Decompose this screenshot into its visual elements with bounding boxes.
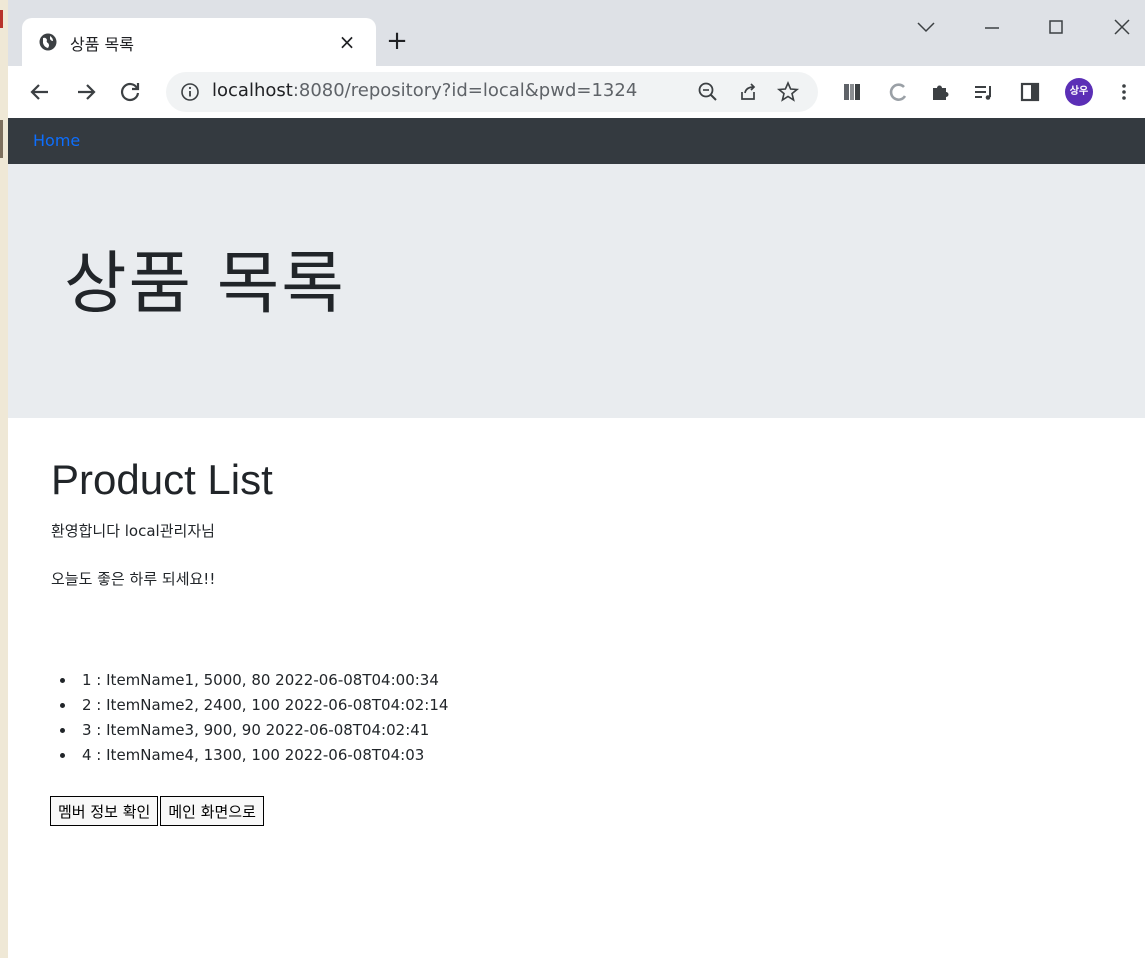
close-icon[interactable] [1102, 8, 1142, 48]
desktop-edge-mark [0, 120, 3, 158]
info-icon[interactable] [180, 82, 200, 102]
navbar: Home [8, 118, 1145, 164]
tab-title: 상품 목록 [70, 35, 134, 54]
desktop-edge-mark [0, 10, 3, 28]
forward-icon[interactable] [68, 74, 104, 110]
list-item: 2 : ItemName2, 2400, 100 2022-06-08T04:0… [76, 693, 448, 718]
list-item: 4 : ItemName4, 1300, 100 2022-06-08T04:0… [76, 743, 448, 768]
new-tab-button[interactable]: + [382, 26, 412, 56]
tab-strip: 상품 목록 × + [8, 0, 1145, 66]
browser-window: 상품 목록 × + localhost:8080/repository?id=l… [8, 0, 1145, 958]
menu-icon[interactable] [1110, 78, 1138, 106]
product-list: 1 : ItemName1, 5000, 80 2022-06-08T04:00… [50, 668, 448, 768]
list-item: 1 : ItemName1, 5000, 80 2022-06-08T04:00… [76, 668, 448, 693]
tab-close-icon[interactable]: × [332, 27, 362, 57]
reload-icon[interactable] [112, 74, 148, 110]
extensions-icon[interactable] [926, 78, 954, 106]
url-path: :8080/repository?id=local&pwd=1324 [292, 80, 638, 101]
url-text[interactable]: localhost:8080/repository?id=local&pwd=1… [212, 80, 637, 101]
to-main-button[interactable]: 메인 화면으로 [160, 796, 264, 826]
address-bar[interactable]: localhost:8080/repository?id=local&pwd=1… [166, 72, 818, 112]
minimize-icon[interactable] [972, 8, 1012, 48]
sidepanel-icon[interactable] [1016, 78, 1044, 106]
browser-toolbar: localhost:8080/repository?id=local&pwd=1… [8, 66, 1145, 118]
share-icon[interactable] [734, 78, 762, 106]
back-icon[interactable] [22, 74, 58, 110]
reload-extension-icon[interactable] [884, 78, 912, 106]
web-page: Home 상품 목록 Product List 환영합니다 local관리자님 … [8, 118, 1145, 958]
home-link[interactable]: Home [33, 131, 80, 150]
avatar[interactable]: 상우 [1065, 78, 1093, 106]
greeting-text: 오늘도 좋은 하루 되세요!! [51, 570, 216, 588]
member-info-button[interactable]: 멤버 정보 확인 [50, 796, 159, 826]
welcome-text: 환영합니다 local관리자님 [51, 522, 215, 540]
media-icon[interactable] [970, 78, 998, 106]
maximize-icon[interactable] [1036, 8, 1076, 48]
star-icon[interactable] [774, 78, 802, 106]
browser-tab[interactable]: 상품 목록 × [22, 18, 376, 66]
jumbotron: 상품 목록 [8, 164, 1145, 418]
tab-search-icon[interactable] [906, 8, 946, 48]
page-title: 상품 목록 [64, 245, 346, 324]
list-item: 3 : ItemName3, 900, 90 2022-06-08T04:02:… [76, 718, 448, 743]
globe-icon [39, 33, 57, 51]
desktop-edge [0, 0, 8, 958]
url-host: localhost [212, 80, 293, 101]
product-list-heading: Product List [51, 456, 273, 503]
reading-list-icon[interactable] [838, 78, 866, 106]
button-row: 멤버 정보 확인 메인 화면으로 [50, 796, 266, 826]
zoom-icon[interactable] [694, 78, 722, 106]
